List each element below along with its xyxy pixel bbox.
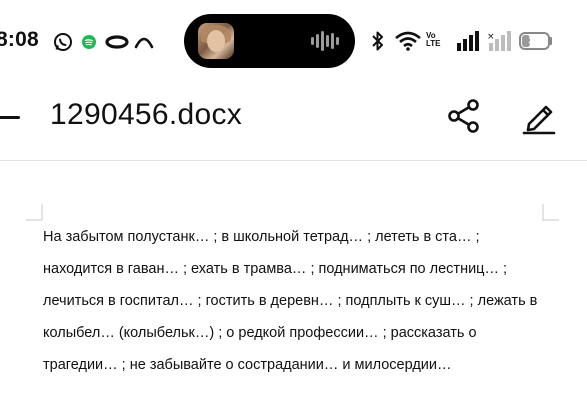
battery-indicator: 30: [519, 32, 550, 50]
battery-level: 30: [528, 35, 541, 47]
document-line: колыбел… (колыбельк…) ; о редкой професс…: [43, 325, 477, 341]
document-line: На забытом полустанк… ; в школьной тетра…: [43, 229, 480, 245]
share-icon[interactable]: [446, 98, 482, 134]
signal-icon: [457, 31, 479, 51]
audio-wave-icon: [311, 31, 339, 51]
document-line: находится в гаван… ; ехать в трамва… ; п…: [43, 261, 508, 277]
signal-no-service-icon: ×: [487, 31, 511, 51]
status-time: 8:08: [0, 28, 39, 51]
document-body[interactable]: На забытом полустанк… ; в школьной тетра…: [43, 221, 543, 381]
header-divider: [0, 160, 587, 161]
volte-label: Vo LTE: [426, 31, 441, 48]
bluetooth-icon: [372, 31, 383, 51]
back-icon[interactable]: [0, 111, 20, 125]
wifi-icon: [395, 31, 421, 51]
page-corner-top-left: [26, 204, 43, 221]
whatsapp-icon: [54, 33, 72, 51]
document-line: трагедии… ; не забывайте о сострадании… …: [43, 357, 452, 373]
document-title: 1290456.docx: [50, 98, 243, 131]
arc-icon: [134, 37, 154, 49]
document-line: лечиться в госпитал… ; гостить в деревн……: [43, 293, 538, 309]
loop-icon: [105, 35, 129, 49]
spotify-icon: [82, 35, 96, 49]
edit-icon[interactable]: [520, 97, 558, 135]
album-art-avatar: [198, 23, 234, 59]
battery-tip: [550, 37, 552, 45]
svg-text:×: ×: [487, 32, 495, 42]
page-corner-top-right: [542, 204, 559, 221]
status-bar: 8:08 Vo LTE × 30: [0, 0, 587, 80]
